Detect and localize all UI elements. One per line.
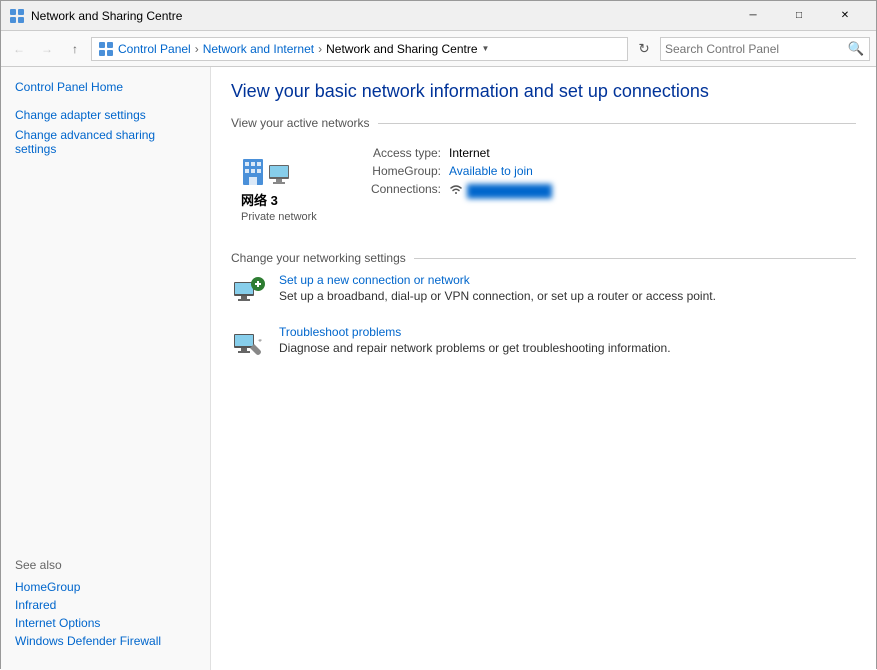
troubleshoot-title[interactable]: Troubleshoot problems — [279, 325, 401, 339]
page-title: View your basic network information and … — [231, 81, 856, 102]
sidebar-item-control-panel-home[interactable]: Control Panel Home — [1, 77, 210, 97]
sidebar-top: Control Panel Home Change adapter settin… — [1, 77, 210, 159]
minimize-button[interactable]: ─ — [730, 1, 776, 31]
title-bar: Network and Sharing Centre ─ □ ✕ — [1, 1, 876, 31]
breadcrumb-sep-1: › — [195, 42, 199, 56]
sidebar-item-change-adapter[interactable]: Change adapter settings — [1, 105, 210, 125]
breadcrumb-control-panel[interactable]: Control Panel — [118, 42, 191, 56]
new-connection-item: Set up a new connection or network Set u… — [231, 273, 856, 309]
see-also-label: See also — [15, 558, 196, 572]
connections-label: Connections: — [341, 182, 441, 199]
access-type-label: Access type: — [341, 146, 441, 160]
search-box: 🔍 — [660, 37, 870, 61]
control-panel-icon — [98, 41, 114, 57]
content-area: View your basic network information and … — [211, 67, 876, 670]
window-icon — [9, 8, 25, 24]
connection-name-blurred[interactable]: ██████████ — [467, 184, 552, 198]
close-button[interactable]: ✕ — [822, 1, 868, 31]
sidebar-firewall-link[interactable]: Windows Defender Firewall — [15, 632, 196, 650]
access-type-row: Access type: Internet — [341, 146, 856, 160]
main-layout: Control Panel Home Change adapter settin… — [1, 67, 876, 670]
connection-wifi-icon — [449, 182, 463, 199]
sidebar: Control Panel Home Change adapter settin… — [1, 67, 211, 670]
access-type-value: Internet — [449, 146, 490, 160]
sidebar-bottom: See also HomeGroup Infrared Internet Opt… — [1, 548, 210, 660]
network-icon-area: 网络 3 Private network — [231, 146, 321, 223]
network-details: Access type: Internet HomeGroup: Availab… — [321, 146, 856, 203]
back-button[interactable]: ← — [7, 37, 31, 61]
up-button[interactable]: ↑ — [63, 37, 87, 61]
new-connection-content: Set up a new connection or network Set u… — [279, 273, 716, 303]
troubleshoot-item: Troubleshoot problems Diagnose and repai… — [231, 325, 856, 361]
homegroup-row: HomeGroup: Available to join — [341, 164, 856, 178]
homegroup-value[interactable]: Available to join — [449, 164, 533, 178]
troubleshoot-desc: Diagnose and repair network problems or … — [279, 341, 671, 355]
networking-settings-section: Change your networking settings — [231, 251, 856, 361]
network-info-panel: 网络 3 Private network Access type: Intern… — [231, 138, 856, 231]
search-button[interactable]: 🔍 — [847, 40, 865, 58]
sidebar-internet-options-link[interactable]: Internet Options — [15, 614, 196, 632]
new-connection-desc: Set up a broadband, dial-up or VPN conne… — [279, 289, 716, 303]
window-title: Network and Sharing Centre — [31, 9, 730, 23]
new-connection-icon — [231, 273, 267, 309]
forward-button[interactable]: → — [35, 37, 59, 61]
connections-value: ██████████ — [449, 182, 552, 199]
sidebar-infrared-link[interactable]: Infrared — [15, 596, 196, 614]
breadcrumb-dropdown-arrow[interactable]: ▼ — [482, 44, 490, 53]
networking-settings-header: Change your networking settings — [231, 251, 856, 265]
network-name: 网络 3 — [241, 190, 278, 209]
breadcrumb-icon-area — [98, 41, 118, 57]
breadcrumb-network-internet[interactable]: Network and Internet — [203, 42, 314, 56]
network-type: Private network — [241, 211, 317, 223]
connections-row: Connections: ██████████ — [341, 182, 856, 199]
breadcrumb-current: Network and Sharing Centre — [326, 42, 477, 56]
troubleshoot-content: Troubleshoot problems Diagnose and repai… — [279, 325, 671, 355]
new-connection-title[interactable]: Set up a new connection or network — [279, 273, 470, 287]
sidebar-homegroup-link[interactable]: HomeGroup — [15, 578, 196, 596]
window-controls: ─ □ ✕ — [730, 1, 868, 31]
breadcrumb-bar: Control Panel › Network and Internet › N… — [91, 37, 628, 61]
homegroup-label: HomeGroup: — [341, 164, 441, 178]
search-input[interactable] — [665, 42, 847, 56]
sidebar-item-change-advanced[interactable]: Change advanced sharing settings — [1, 125, 210, 159]
refresh-button[interactable]: ↻ — [632, 37, 656, 61]
maximize-button[interactable]: □ — [776, 1, 822, 31]
active-networks-header: View your active networks — [231, 116, 856, 130]
network-building-icon — [241, 146, 293, 186]
breadcrumb-sep-2: › — [318, 42, 322, 56]
troubleshoot-icon — [231, 325, 267, 361]
address-bar: ← → ↑ Control Panel › Network and Intern… — [1, 31, 876, 67]
